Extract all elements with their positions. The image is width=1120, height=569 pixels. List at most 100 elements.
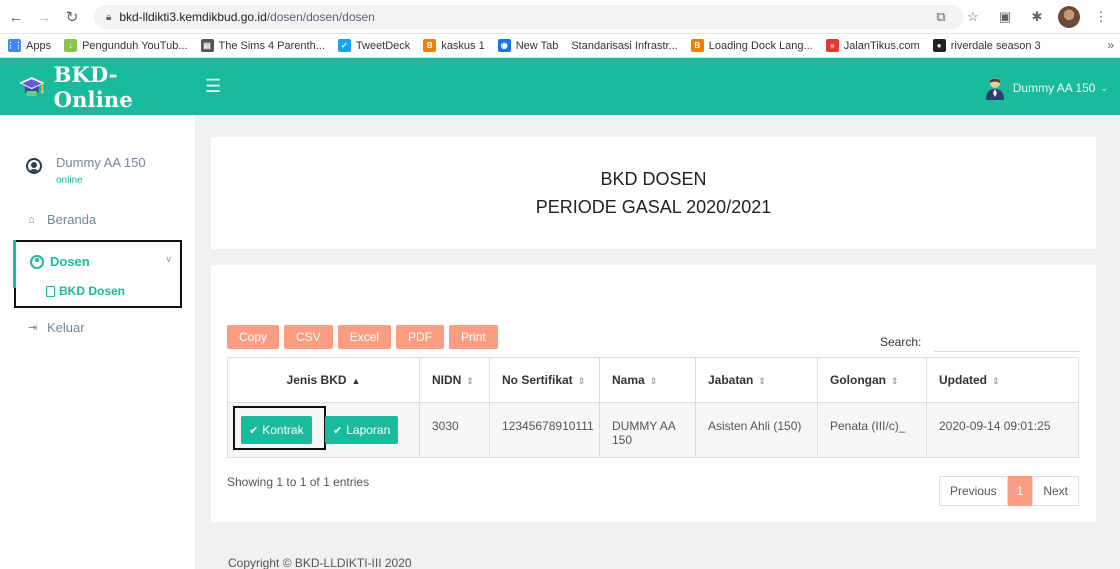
bkd-table: Jenis BKD ▲ NIDN ⇕ No Sertifikat ⇕ Nama ⇕ Ja…	[227, 357, 1079, 458]
user-name: Dummy AA 150	[1012, 81, 1096, 95]
pagination: Previous 1 Next	[938, 476, 1079, 506]
pdf-button[interactable]: PDF	[396, 325, 445, 349]
extension-box-icon[interactable]: ▣	[994, 6, 1016, 28]
bookmark-item[interactable]: Standarisasi Infrastr...	[571, 40, 677, 52]
bookmark-item[interactable]: B Loading Dock Lang...	[690, 39, 813, 52]
riverdale-icon: ●	[932, 39, 946, 52]
footer-copyright: Copyright © BKD-LLDIKTI-III 2020	[228, 556, 412, 569]
active-indicator	[13, 240, 16, 288]
column-header-jenis-bkd[interactable]: Jenis BKD ▲	[227, 357, 420, 403]
search-input[interactable]	[934, 328, 1080, 352]
chevron-down-icon: ⌄	[1100, 82, 1108, 93]
cell-nama: DUMMY AA 150	[599, 402, 696, 458]
sort-icon: ⇕	[577, 376, 586, 386]
forward-arrow-icon[interactable]: →	[34, 7, 54, 27]
column-header-nidn[interactable]: NIDN ⇕	[419, 357, 490, 403]
bookmark-label: Apps	[26, 39, 52, 52]
hamburger-menu-icon[interactable]: ☰	[205, 76, 221, 97]
excel-button[interactable]: Excel	[337, 325, 392, 349]
puzzle-icon[interactable]: ✱	[1026, 6, 1048, 28]
copy-button[interactable]: Copy	[227, 325, 280, 349]
user-circle-icon	[30, 254, 44, 269]
laporan-button[interactable]: ✔ Laporan	[325, 416, 399, 444]
more-bookmarks-icon[interactable]: »	[1107, 38, 1114, 52]
column-header-jabatan[interactable]: Jabatan ⇕	[695, 357, 818, 403]
graduation-cap-icon	[18, 76, 45, 96]
brand-name: BKD-Online	[53, 61, 133, 112]
sidebar-item-beranda[interactable]: ⌂ Beranda	[28, 212, 96, 227]
sidebar-item-label: Beranda	[47, 212, 97, 227]
cell-updated: 2020-09-14 09:01:25	[926, 402, 1079, 458]
lock-icon: 🔒︎	[106, 11, 112, 23]
print-button[interactable]: Print	[449, 325, 498, 349]
bookmark-item[interactable]: ⋮⋮ Apps	[6, 39, 52, 52]
bookmark-label: New Tab	[515, 39, 559, 52]
bookmark-item[interactable]: Bkaskus 1	[423, 39, 485, 52]
csv-button[interactable]: CSV	[284, 325, 333, 349]
sidebar-item-label: Keluar	[47, 320, 85, 335]
back-arrow-icon[interactable]: ←	[6, 7, 26, 27]
bookmark-label: TweetDeck	[355, 39, 411, 52]
app-header: BKD-Online ☰ Dummy AA 150 ⌄	[0, 58, 1120, 115]
sort-icon: ⇕	[891, 376, 899, 386]
address-bar[interactable]: 🔒︎ bkd-lldikti3.kemdikbud.go.id/dosen/do…	[94, 5, 964, 29]
sidebar-item-label: BKD Dosen	[59, 284, 126, 298]
actions-cell: ✔ Kontrak ✔ Laporan	[227, 402, 420, 458]
sidebar-item-keluar[interactable]: ⇥ Keluar	[28, 320, 85, 335]
kontrak-button[interactable]: ✔ Kontrak	[241, 416, 312, 444]
blogger-icon: B	[423, 39, 437, 52]
title-panel: BKD DOSEN PERIODE GASAL 2020/2021	[211, 137, 1096, 249]
download-leaf-icon: ↓	[64, 39, 78, 52]
translate-icon[interactable]: ⧉	[930, 6, 952, 28]
previous-page-button[interactable]: Previous	[938, 476, 1008, 506]
column-header-updated[interactable]: Updated ⇕	[926, 357, 1079, 403]
jalantikus-icon: »	[825, 39, 839, 52]
bookmark-label: Standarisasi Infrastr...	[571, 39, 678, 52]
cell-jabatan: Asisten Ahli (150)	[695, 402, 818, 458]
page-subtitle: PERIODE GASAL 2020/2021	[535, 197, 772, 217]
check-icon: ✔	[249, 424, 259, 437]
brand[interactable]: BKD-Online	[0, 58, 195, 115]
bookmark-item[interactable]: » JalanTikus.com	[825, 39, 920, 52]
bookmark-label: JalanTikus.com	[843, 39, 920, 52]
profile-name: Dummy AA 150	[56, 155, 146, 170]
column-header-nama[interactable]: Nama ⇕	[599, 357, 696, 403]
profile-status: online	[56, 175, 83, 186]
bookmark-item[interactable]: ✓ TweetDeck	[337, 39, 411, 52]
bookmark-label: Loading Dock Lang...	[708, 39, 813, 52]
table-row: ✔ Kontrak ✔ Laporan 3030 12345678910111 DU…	[227, 402, 1079, 458]
browser-profile-avatar[interactable]	[1058, 6, 1080, 28]
bookmark-label: kaskus 1	[441, 39, 485, 52]
browser-toolbar: ← → ↻ 🔒︎ bkd-lldikti3.kemdikbud.go.id/do…	[0, 0, 1120, 34]
page-title: BKD DOSEN	[600, 169, 707, 189]
page-1-button[interactable]: 1	[1007, 476, 1033, 506]
user-menu[interactable]: Dummy AA 150 ⌄	[983, 76, 1108, 100]
bookmark-item[interactable]: ● riverdale season 3	[932, 39, 1041, 52]
sidebar-item-bkd-dosen[interactable]: BKD Dosen	[46, 284, 125, 298]
kebab-menu-icon[interactable]: ⋮	[1090, 6, 1112, 28]
bookmark-item[interactable]: ▤ The Sims 4 Parenth...	[200, 39, 325, 52]
url-domain: bkd-lldikti3.kemdikbud.go.id	[119, 10, 267, 24]
sort-icon: ⇕	[758, 376, 766, 386]
export-buttons: Copy CSV Excel PDF Print	[227, 325, 498, 349]
sign-out-icon: ⇥	[28, 322, 38, 334]
chevron-down-icon[interactable]: ∨	[165, 254, 172, 265]
bookmark-label: Pengunduh YouTub...	[82, 39, 188, 52]
file-icon	[46, 285, 55, 297]
apps-grid-icon: ⋮⋮	[6, 39, 23, 52]
sort-icon: ⇕	[649, 376, 658, 386]
column-header-no-sertifikat[interactable]: No Sertifikat ⇕	[489, 357, 600, 403]
home-icon: ⌂	[28, 213, 35, 226]
reload-icon[interactable]: ↻	[62, 7, 82, 27]
column-header-golongan[interactable]: Golongan ⇕	[817, 357, 927, 403]
next-page-button[interactable]: Next	[1032, 476, 1079, 506]
sidebar-item-dosen[interactable]: Dosen	[30, 254, 90, 269]
sidebar: Dummy AA 150 online ⌂ Beranda Dosen ∨ BK…	[0, 115, 195, 569]
sims-icon: ▤	[200, 39, 214, 52]
user-avatar-icon	[985, 78, 1004, 100]
cell-golongan: Penata (III/c)_	[817, 402, 927, 458]
table-panel: Copy CSV Excel PDF Print Search: Jenis B…	[211, 265, 1096, 522]
bookmark-item[interactable]: ↓ Pengunduh YouTub...	[64, 39, 188, 52]
bookmark-item[interactable]: ◉ New Tab	[497, 39, 559, 52]
star-icon[interactable]: ☆	[962, 6, 984, 28]
